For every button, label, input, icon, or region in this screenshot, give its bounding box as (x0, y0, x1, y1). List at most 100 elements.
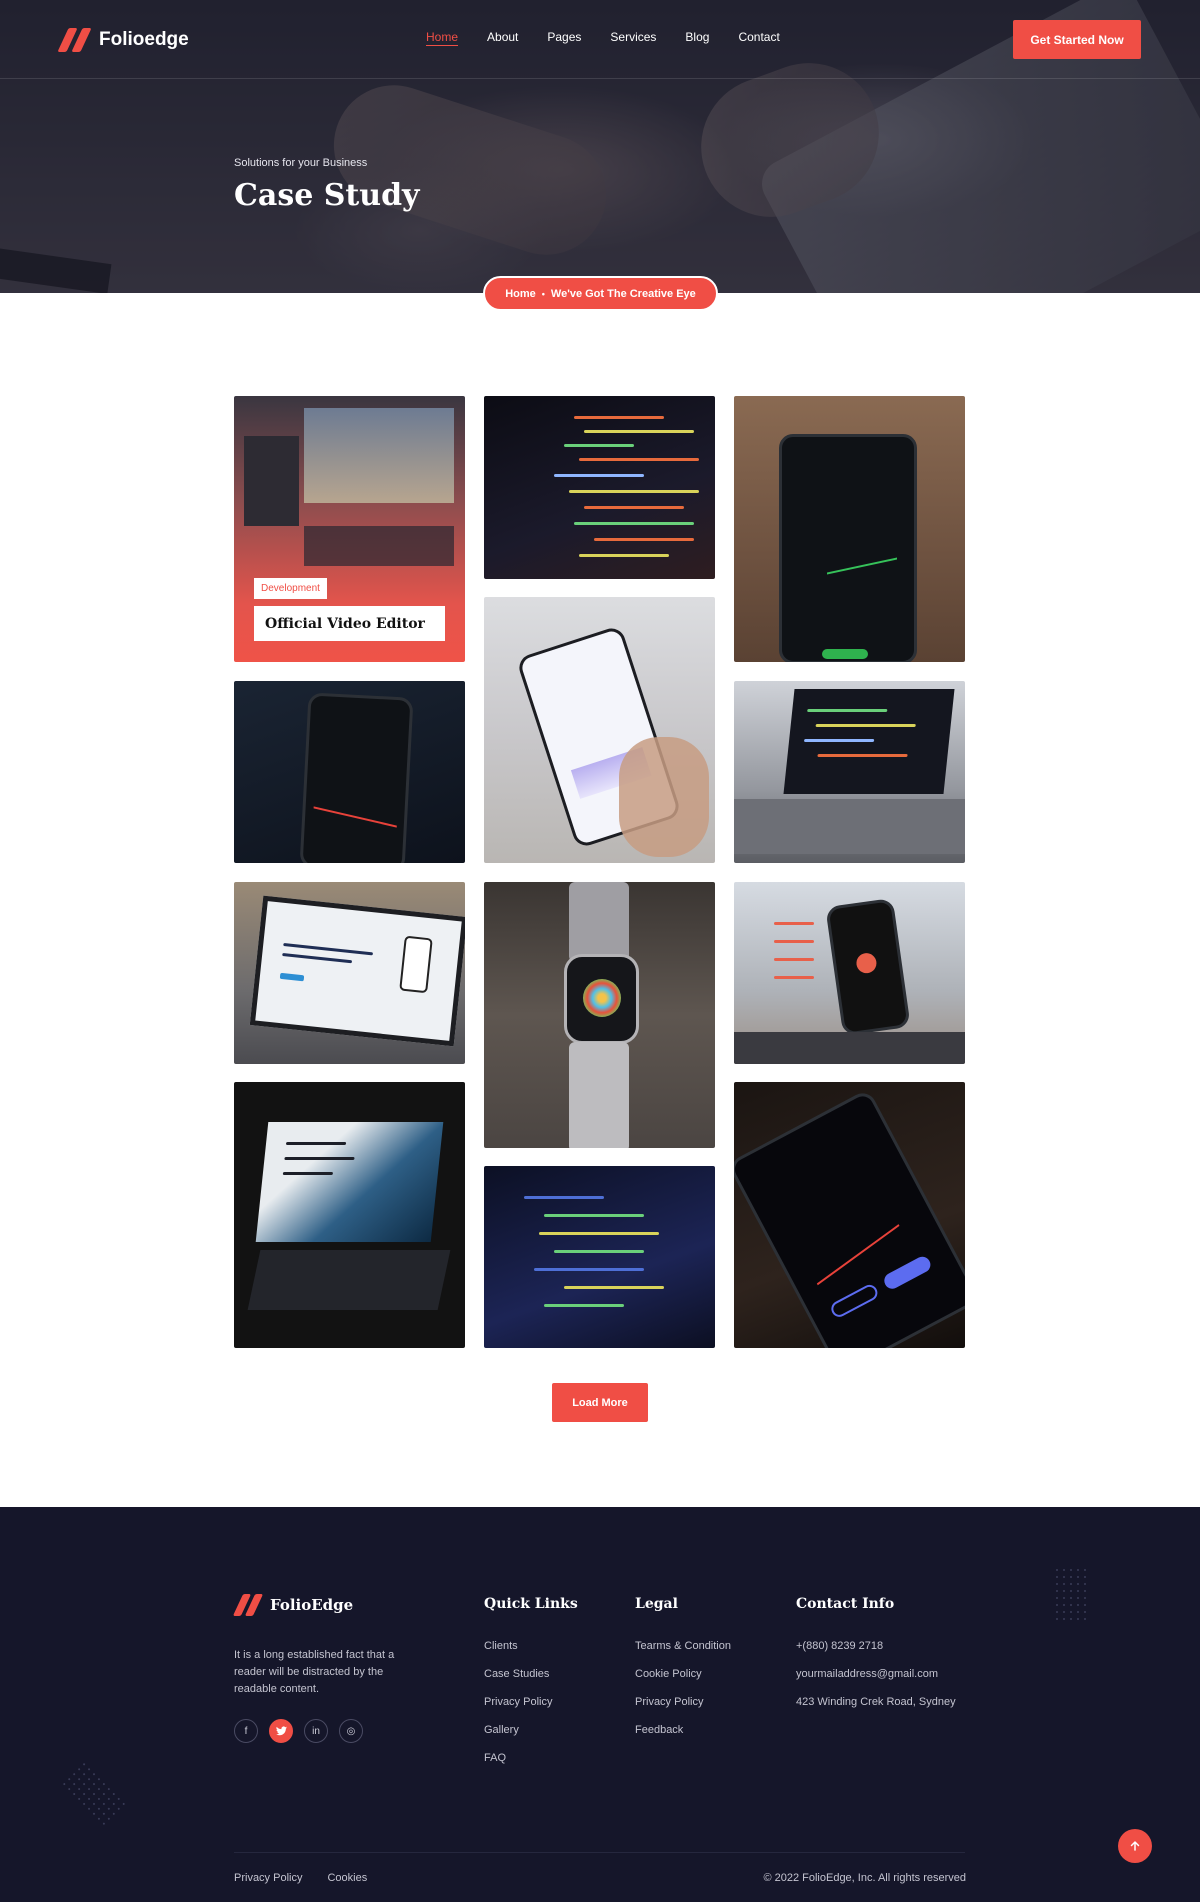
dot (87, 1807, 91, 1811)
nav-item-contact[interactable]: Contact (738, 30, 779, 44)
category-badge: Development (254, 578, 327, 599)
portfolio-card[interactable] (484, 1166, 715, 1348)
portfolio-card[interactable] (234, 681, 465, 863)
portfolio-card[interactable] (734, 882, 965, 1064)
contact-info-column: Contact Info +(880) 8239 2718 yourmailad… (796, 1596, 956, 1724)
nav-item-services[interactable]: Services (610, 30, 656, 44)
dot (72, 1772, 76, 1776)
portfolio-card-video-editor[interactable]: Development Official Video Editor (234, 396, 465, 662)
footer-about-text: It is a long established fact that a rea… (234, 1649, 395, 1695)
code-line (554, 1250, 644, 1253)
site-footer: FolioEdge It is a long established fact … (0, 1507, 1200, 1902)
dot (1063, 1576, 1065, 1578)
breadcrumb: Home • We've Got The Creative Eye (483, 276, 718, 311)
nav-item-home[interactable]: Home (426, 30, 458, 44)
footer-link-terms[interactable]: Tearms & Condition (635, 1640, 731, 1652)
dot (92, 1772, 96, 1776)
nav-item-blog[interactable]: Blog (685, 30, 709, 44)
code-line (584, 430, 694, 433)
nav-item-about[interactable]: About (487, 30, 518, 44)
dot (1056, 1604, 1058, 1606)
code-line (564, 444, 634, 447)
phone-mockup-image (399, 935, 433, 994)
dot (102, 1802, 106, 1806)
dot (1070, 1604, 1072, 1606)
laptop-screen-image (249, 895, 465, 1047)
dot (1063, 1583, 1065, 1585)
phone-image (779, 434, 917, 662)
brand-logo[interactable]: Folioedge (57, 28, 189, 52)
top-navigation: Folioedge Home About Pages Services Blog… (0, 0, 1200, 79)
nav-item-pages[interactable]: Pages (547, 30, 581, 44)
footer-link-privacy-policy[interactable]: Privacy Policy (484, 1696, 578, 1708)
dot (67, 1787, 71, 1791)
dot (77, 1767, 81, 1771)
dot (1077, 1576, 1079, 1578)
dot (87, 1797, 91, 1801)
footer-bottom-privacy-policy[interactable]: Privacy Policy (234, 1872, 302, 1884)
dot (102, 1822, 106, 1826)
linkedin-icon[interactable]: in (304, 1719, 328, 1743)
footer-link-gallery[interactable]: Gallery (484, 1724, 578, 1736)
dot (107, 1807, 111, 1811)
laptop-screen-image (255, 1122, 444, 1242)
brand-name: Folioedge (99, 29, 189, 50)
dot (1056, 1576, 1058, 1578)
dot (1084, 1597, 1086, 1599)
twitter-icon[interactable] (269, 1719, 293, 1743)
portfolio-card[interactable] (734, 396, 965, 662)
code-line (544, 1304, 624, 1307)
code-line (564, 1286, 664, 1289)
legal-heading: Legal (635, 1596, 678, 1612)
footer-link-cookie-policy[interactable]: Cookie Policy (635, 1668, 731, 1680)
card-title[interactable]: Official Video Editor (254, 606, 445, 641)
facebook-icon[interactable]: f (234, 1719, 258, 1743)
breadcrumb-home[interactable]: Home (505, 288, 536, 300)
portfolio-card[interactable] (734, 681, 965, 863)
portfolio-card[interactable] (484, 396, 715, 579)
code-line (815, 724, 916, 727)
footer-brand-logo[interactable]: FolioEdge (232, 1594, 353, 1616)
scroll-to-top-button[interactable] (1118, 1829, 1152, 1863)
phone-image (825, 897, 911, 1037)
main-menu: Home About Pages Services Blog Contact (426, 30, 809, 44)
dot (1063, 1590, 1065, 1592)
text-line (282, 952, 353, 964)
dot (1056, 1597, 1058, 1599)
footer-bottom-cookies[interactable]: Cookies (327, 1872, 367, 1884)
footer-link-case-studies[interactable]: Case Studies (484, 1668, 578, 1680)
dot (107, 1787, 111, 1791)
decorative-dot-pattern (1056, 1569, 1086, 1620)
dot (87, 1767, 91, 1771)
contact-email[interactable]: yourmailaddress@gmail.com (796, 1668, 956, 1680)
dot (1070, 1618, 1072, 1620)
dot (102, 1782, 106, 1786)
dot (122, 1802, 126, 1806)
load-more-button[interactable]: Load More (552, 1383, 648, 1422)
code-line (284, 1157, 355, 1160)
dot (1063, 1604, 1065, 1606)
phone-image (734, 1088, 965, 1348)
get-started-button[interactable]: Get Started Now (1013, 20, 1141, 59)
footer-link-privacy-policy[interactable]: Privacy Policy (635, 1696, 731, 1708)
dot (1084, 1604, 1086, 1606)
footer-link-feedback[interactable]: Feedback (635, 1724, 731, 1736)
dot (107, 1797, 111, 1801)
stock-chart-line (803, 1199, 900, 1286)
dot (82, 1782, 86, 1786)
portfolio-card[interactable] (484, 882, 715, 1148)
portfolio-card[interactable] (484, 597, 715, 863)
portfolio-card[interactable] (734, 1082, 965, 1348)
portfolio-card[interactable] (234, 882, 465, 1064)
footer-link-faq[interactable]: FAQ (484, 1752, 578, 1764)
dot (1063, 1569, 1065, 1571)
instagram-icon[interactable]: ◎ (339, 1719, 363, 1743)
code-line (807, 709, 888, 712)
contact-phone[interactable]: +(880) 8239 2718 (796, 1640, 956, 1652)
footer-link-clients[interactable]: Clients (484, 1640, 578, 1652)
portfolio-card[interactable] (234, 1082, 465, 1348)
hero-banner: Folioedge Home About Pages Services Blog… (0, 0, 1200, 293)
dot (1084, 1576, 1086, 1578)
text-line (774, 976, 814, 979)
dot (92, 1782, 96, 1786)
